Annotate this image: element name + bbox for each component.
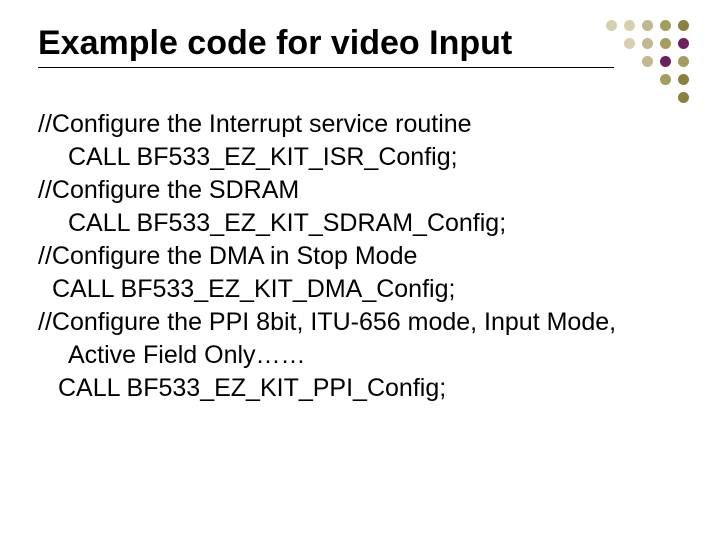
code-line: //Configure the DMA in Stop Mode <box>38 240 658 273</box>
code-line: //Configure the PPI 8bit, ITU-656 mode, … <box>38 306 658 339</box>
deco-dot <box>606 20 617 31</box>
slide-title: Example code for video Input <box>38 24 598 63</box>
code-line: CALL BF533_EZ_KIT_SDRAM_Config; <box>38 207 658 240</box>
deco-dot <box>678 38 689 49</box>
deco-dot <box>642 56 653 67</box>
deco-dot <box>660 38 671 49</box>
code-line: //Configure the SDRAM <box>38 174 658 207</box>
title-block: Example code for video Input <box>38 24 598 68</box>
slide: Example code for video Input //Configure… <box>0 0 720 540</box>
deco-dot <box>678 20 689 31</box>
deco-dot <box>678 92 689 103</box>
deco-dot <box>642 38 653 49</box>
corner-dot-decoration <box>606 20 690 94</box>
deco-dot <box>660 20 671 31</box>
deco-dot <box>660 56 671 67</box>
code-line: Active Field Only…… <box>38 339 658 372</box>
deco-dot <box>624 38 635 49</box>
code-line: CALL BF533_EZ_KIT_ISR_Config; <box>38 141 658 174</box>
deco-dot <box>678 56 689 67</box>
title-underline <box>38 67 614 68</box>
deco-dot <box>660 74 671 85</box>
code-line: //Configure the Interrupt service routin… <box>38 108 658 141</box>
deco-dot <box>642 20 653 31</box>
code-body: //Configure the Interrupt service routin… <box>38 108 658 405</box>
code-line: CALL BF533_EZ_KIT_PPI_Config; <box>38 372 658 405</box>
deco-dot <box>624 20 635 31</box>
code-line: CALL BF533_EZ_KIT_DMA_Config; <box>38 273 658 306</box>
deco-dot <box>678 74 689 85</box>
